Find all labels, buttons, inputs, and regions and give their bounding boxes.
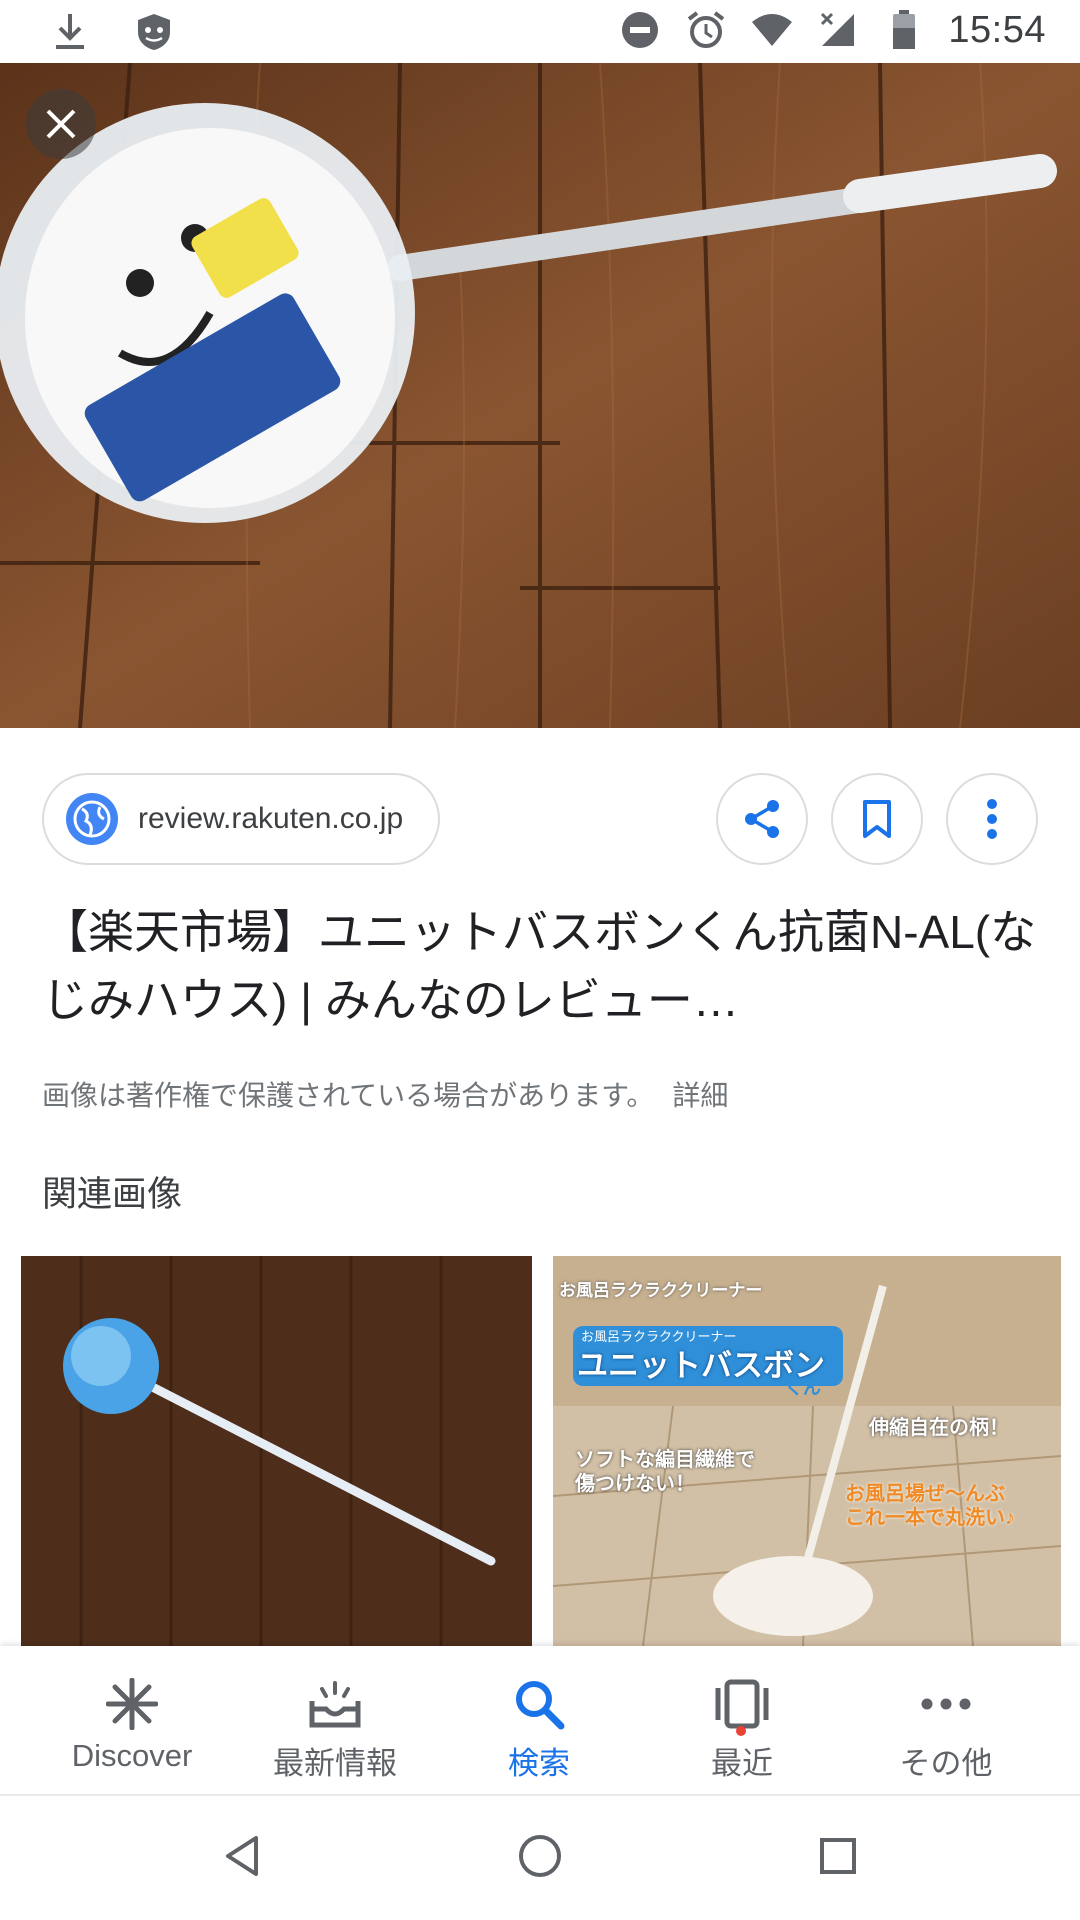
thumb2-feature-3-line1: お風呂場ぜ〜んぶ (845, 1483, 1005, 1505)
source-site-label: review.rakuten.co.jp (138, 802, 404, 835)
thumb2-feature-2-line1: ソフトな編目繊維で (575, 1449, 755, 1471)
discover-asterisk-icon (102, 1676, 162, 1732)
thumb2-banner-text: お風呂ラクラククリーナー (559, 1281, 763, 1300)
nav-updates[interactable]: 最新情報 (235, 1646, 435, 1796)
close-icon (46, 109, 76, 139)
related-images-heading: 関連画像 (42, 1175, 183, 1214)
system-navigation-bar (0, 1796, 1080, 1920)
nav-label: その他 (899, 1746, 993, 1781)
recent-cards-icon (712, 1676, 772, 1736)
shield-app-icon (132, 10, 176, 54)
more-options-button[interactable] (946, 773, 1038, 865)
globe-icon (66, 793, 118, 845)
back-icon (226, 1836, 258, 1876)
nav-label: 最新情報 (273, 1746, 397, 1781)
do-not-disturb-icon (618, 8, 662, 52)
result-title[interactable]: 【楽天市場】ユニットバスボンくん抗菌N-AL(なじみハウス) | みんなのレビュ… (42, 898, 1042, 1034)
details-link[interactable]: 詳細 (672, 1080, 728, 1111)
more-horiz-icon (916, 1676, 976, 1732)
nav-label: Discover (71, 1738, 193, 1773)
no-signal-icon (816, 8, 860, 52)
bottom-navigation: Discover 最新情報 検索 最近 その他 (0, 1646, 1080, 1796)
share-button[interactable] (716, 773, 808, 865)
related-image-1[interactable] (21, 1256, 532, 1646)
main-image[interactable] (0, 63, 1080, 728)
alarm-icon (684, 8, 728, 52)
nav-label: 検索 (508, 1746, 570, 1781)
overview-button[interactable] (808, 1826, 868, 1886)
home-button[interactable] (510, 1826, 570, 1886)
nav-search[interactable]: 検索 (439, 1646, 639, 1796)
notification-dot (736, 1726, 746, 1736)
thumb2-feature-1: 伸縮自在の柄！ (869, 1417, 1009, 1439)
thumb2-feature-3-line2: これ一本で丸洗い♪ (845, 1507, 1015, 1529)
search-icon (509, 1676, 569, 1732)
copyright-text: 画像は著作権で保護されている場合があります。 (42, 1080, 655, 1111)
share-icon (745, 800, 779, 838)
updates-tray-icon (305, 1676, 365, 1732)
bookmark-button[interactable] (831, 773, 923, 865)
bookmark-icon (863, 800, 891, 838)
download-icon (48, 10, 92, 54)
back-button[interactable] (212, 1826, 272, 1886)
copyright-notice: 画像は著作権で保護されている場合があります。 詳細 (42, 1074, 728, 1114)
source-site-chip[interactable]: review.rakuten.co.jp (42, 773, 440, 865)
nav-label: 最近 (711, 1746, 773, 1781)
thumb2-feature-3: お風呂場ぜ〜んぶ これ一本で丸洗い♪ (845, 1482, 1015, 1530)
close-button[interactable] (26, 89, 96, 159)
home-icon (519, 1835, 561, 1877)
wifi-icon (750, 8, 794, 52)
battery-icon (882, 8, 926, 52)
nav-more[interactable]: その他 (846, 1646, 1046, 1796)
more-vert-icon (987, 799, 997, 839)
thumb2-feature-2: ソフトな編目繊維で 傷つけない！ (575, 1448, 755, 1496)
status-bar: 15:54 (0, 0, 1080, 63)
clock-time: 15:54 (948, 8, 1046, 51)
thumb2-feature-2-line2: 傷つけない！ (575, 1473, 695, 1495)
related-image-2[interactable]: お風呂ラクラククリーナー お風呂ラクラククリーナー ユニットバスボン くん 伸縮… (553, 1256, 1061, 1646)
nav-discover[interactable]: Discover (32, 1646, 232, 1796)
nav-recent[interactable]: 最近 (642, 1646, 842, 1796)
thumb2-kun: くん (785, 1378, 821, 1398)
overview-icon (820, 1838, 856, 1874)
